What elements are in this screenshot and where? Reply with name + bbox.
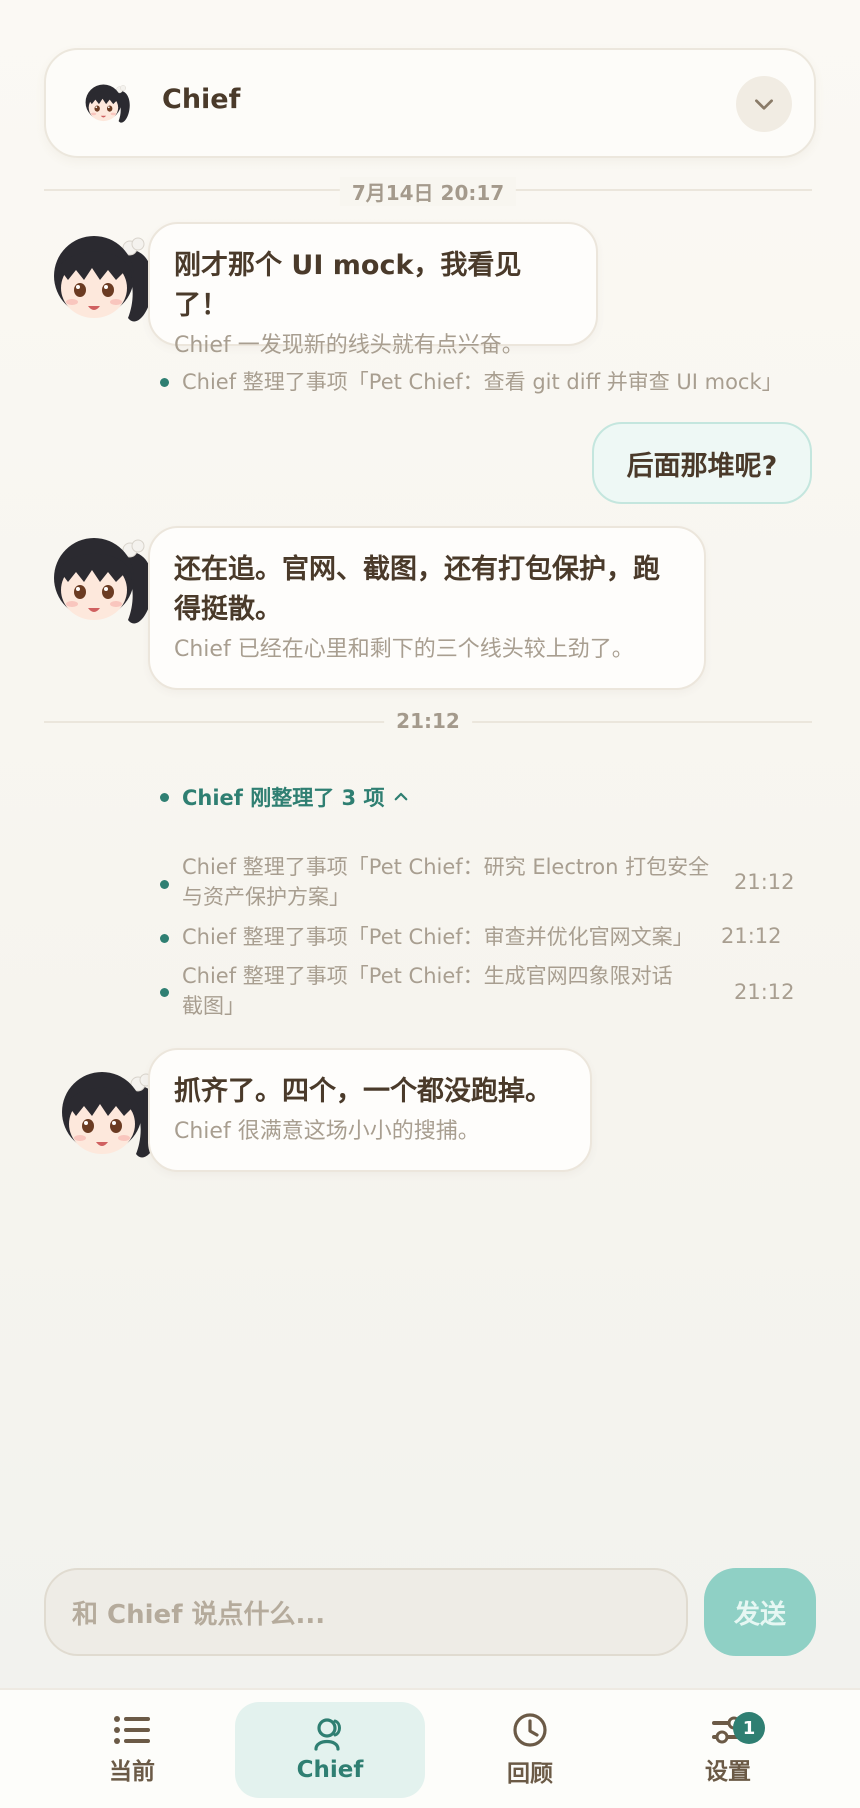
chevron-down-icon bbox=[755, 99, 773, 110]
timeline-date-label: 7月14日 20:17 bbox=[339, 177, 517, 206]
message-text: 得挺散。 bbox=[174, 594, 282, 625]
event-text: Chief 整理了事项「Pet Chief：查看 git diff 并审查 UI… bbox=[182, 370, 783, 394]
chief-avatar-small bbox=[85, 84, 130, 123]
tab-label: 当前 bbox=[109, 1759, 155, 1785]
chief-avatar bbox=[53, 235, 154, 322]
timeline-time-label: 21:12 bbox=[384, 709, 472, 733]
tab-settings[interactable]: 设置 1 bbox=[633, 1702, 823, 1798]
event-group-label: Chief 刚整理了 3 项 bbox=[182, 786, 385, 810]
bottom-tab-bar: 当前 Chief 回顾 设置 1 bbox=[0, 1688, 860, 1808]
event-item-line: 截图」 bbox=[182, 994, 245, 1018]
event-item-line: 与资产保护方案」 bbox=[182, 885, 350, 909]
event-item: Chief 整理了事项「Pet Chief：研究 Electron 打包安全 与… bbox=[182, 852, 722, 912]
event-item-line: Chief 整理了事项「Pet Chief：研究 Electron 打包安全 bbox=[182, 855, 710, 879]
event-time: 21:12 bbox=[721, 924, 782, 948]
list-icon bbox=[114, 1716, 150, 1744]
event-group-toggle[interactable]: Chief 刚整理了 3 项 bbox=[182, 782, 410, 812]
message-subtext: Chief 一发现新的线头就有点兴奋。 bbox=[174, 333, 524, 358]
message-subtext: Chief 已经在心里和剩下的三个线头较上劲了。 bbox=[174, 637, 634, 662]
event-dot bbox=[160, 988, 169, 997]
event-dot bbox=[160, 793, 169, 802]
tab-label: Chief bbox=[296, 1757, 364, 1783]
tab-label: 回顾 bbox=[507, 1761, 553, 1787]
chief-message-bubble: 刚才那个 UI mock，我看见了！ Chief 一发现新的线头就有点兴奋。 bbox=[148, 222, 598, 358]
chief-message-bubble: 抓齐了。四个，一个都没跑掉。 Chief 很满意这场小小的搜捕。 bbox=[148, 1048, 592, 1172]
event-time: 21:12 bbox=[734, 980, 795, 1004]
event-dot bbox=[160, 378, 169, 387]
chevron-up-icon bbox=[395, 792, 408, 801]
event-dot bbox=[160, 880, 169, 889]
send-button[interactable]: 发送 bbox=[704, 1568, 816, 1656]
header-expand-button[interactable] bbox=[736, 76, 792, 132]
event-time: 21:12 bbox=[734, 870, 795, 894]
clock-icon bbox=[513, 1713, 547, 1747]
event-dot bbox=[160, 934, 169, 943]
event-item: Chief 整理了事项「Pet Chief：生成官网四象限对话 截图」 bbox=[182, 961, 722, 1021]
message-text: 刚才那个 UI mock，我看见了！ bbox=[174, 250, 522, 321]
tab-label: 设置 bbox=[705, 1759, 751, 1785]
event-item-line: Chief 整理了事项「Pet Chief：审查并优化官网文案」 bbox=[182, 925, 694, 949]
person-icon bbox=[314, 1718, 341, 1751]
event-item-line: Chief 整理了事项「Pet Chief：生成官网四象限对话 bbox=[182, 964, 673, 988]
user-message-bubble: 后面那堆呢? bbox=[592, 422, 812, 504]
message-text: 还在追。官网、截图，还有打包保护，跑 bbox=[174, 554, 660, 585]
chief-message-bubble: 还在追。官网、截图，还有打包保护，跑 得挺散。 Chief 已经在心里和剩下的三… bbox=[148, 526, 706, 690]
tab-current[interactable]: 当前 bbox=[37, 1702, 227, 1798]
conversation-header: Chief bbox=[44, 48, 816, 158]
chief-avatar bbox=[53, 537, 154, 624]
message-subtext: Chief 很满意这场小小的搜捕。 bbox=[174, 1119, 480, 1144]
event-item: Chief 整理了事项「Pet Chief：审查并优化官网文案」 bbox=[182, 922, 722, 952]
header-title: Chief bbox=[162, 84, 241, 115]
tab-review[interactable]: 回顾 bbox=[435, 1702, 625, 1798]
tab-chief[interactable]: Chief bbox=[235, 1702, 425, 1798]
notification-badge: 1 bbox=[733, 1712, 765, 1744]
message-input[interactable]: 和 Chief 说点什么... bbox=[44, 1568, 688, 1656]
message-text: 抓齐了。四个，一个都没跑掉。 bbox=[174, 1076, 552, 1107]
